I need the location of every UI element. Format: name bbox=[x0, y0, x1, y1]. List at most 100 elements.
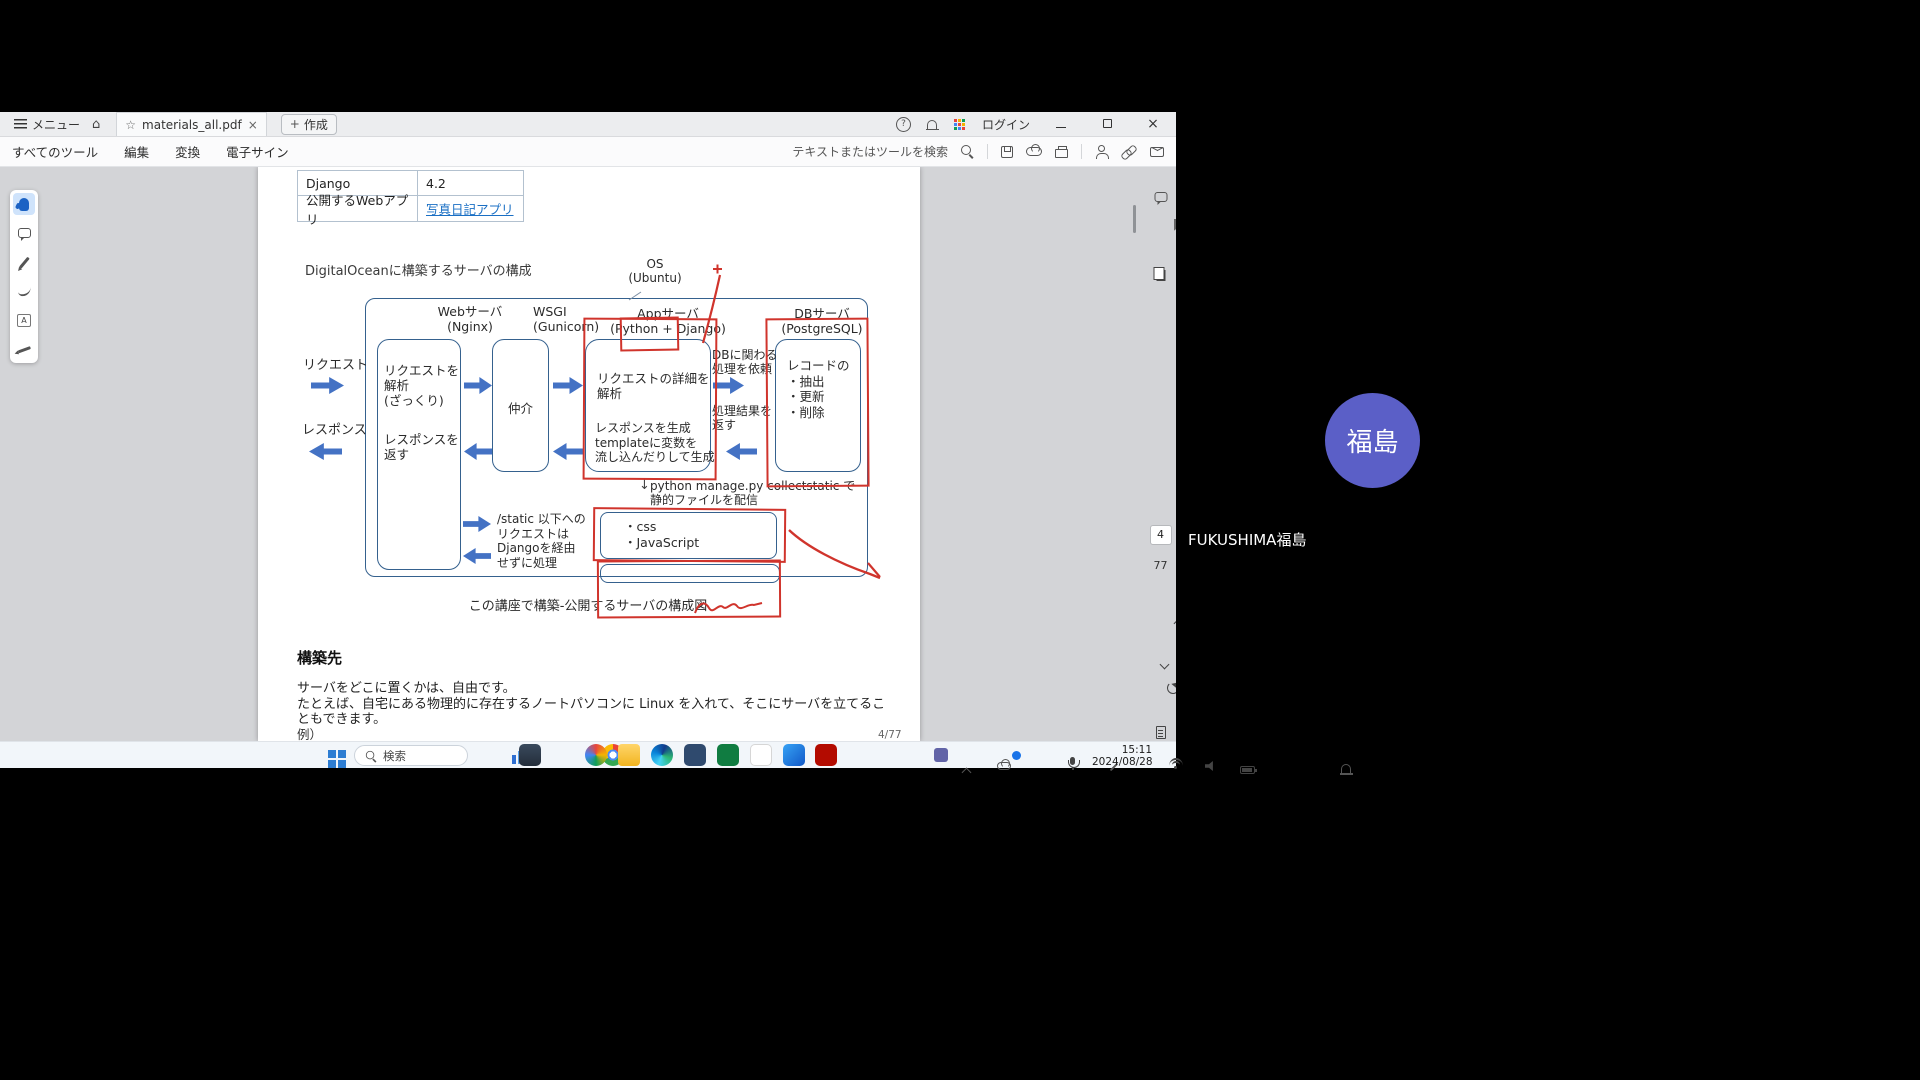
wsgi-text: 仲介 bbox=[492, 401, 549, 416]
photo-diary-app-link[interactable]: 写真日記アプリ bbox=[426, 199, 514, 218]
sign-tool-button[interactable] bbox=[13, 338, 35, 360]
pgadmin-icon[interactable] bbox=[684, 744, 706, 766]
red-plus-mark bbox=[713, 265, 722, 274]
login-button[interactable]: ログイン bbox=[982, 116, 1030, 133]
pdf-page: Django 4.2 公開するWebアプリ 写真日記アプリ DigitalOce… bbox=[258, 167, 920, 741]
notification-bell-icon[interactable] bbox=[1341, 764, 1351, 773]
start-button-icon[interactable] bbox=[328, 750, 346, 768]
maximize-button[interactable] bbox=[1092, 117, 1122, 131]
add-comment-tool-button[interactable] bbox=[13, 222, 35, 244]
response-arrow-icon bbox=[309, 443, 342, 460]
print-icon[interactable] bbox=[1055, 149, 1068, 158]
signature-pen-icon bbox=[17, 346, 30, 353]
email-icon[interactable] bbox=[1150, 147, 1164, 157]
home-button[interactable]: ⌂ bbox=[86, 112, 106, 136]
taskbar-search-box[interactable]: 検索 bbox=[354, 745, 468, 766]
request-label: リクエスト bbox=[303, 358, 368, 373]
tool-edit[interactable]: 編集 bbox=[124, 142, 149, 161]
highlight-tool-button[interactable] bbox=[13, 251, 35, 273]
request-signature-icon[interactable] bbox=[1098, 145, 1105, 152]
table-cell-value: 4.2 bbox=[418, 170, 524, 196]
monitor-app-icon[interactable] bbox=[519, 744, 541, 766]
tab-close-icon[interactable]: × bbox=[248, 118, 258, 132]
refresh-icon[interactable] bbox=[1167, 682, 1176, 694]
acrobat-icon[interactable] bbox=[815, 744, 837, 766]
os-label: OS (Ubuntu) bbox=[615, 257, 695, 285]
comments-panel-icon[interactable] bbox=[1154, 192, 1167, 202]
share-link-icon[interactable] bbox=[1121, 146, 1137, 158]
save-icon[interactable] bbox=[1001, 146, 1013, 158]
comment-bubble-icon bbox=[18, 228, 31, 238]
clock-time: 15:11 bbox=[1092, 744, 1152, 756]
status-dot-icon[interactable] bbox=[1012, 751, 1021, 760]
add-text-tool-button[interactable]: A bbox=[13, 309, 35, 331]
table-row: 公開するWebアプリ 写真日記アプリ bbox=[297, 196, 524, 222]
web-server-header: Webサーバ (Nginx) bbox=[430, 304, 510, 334]
wifi-icon[interactable] bbox=[1172, 761, 1180, 769]
microphone-tray-icon[interactable] bbox=[1070, 757, 1075, 765]
cloud-upload-icon[interactable] bbox=[1026, 147, 1042, 156]
document-tab[interactable]: ☆ materials_all.pdf × bbox=[116, 112, 266, 136]
draw-tool-button[interactable] bbox=[13, 280, 35, 302]
hamburger-icon bbox=[14, 119, 27, 129]
curve-icon bbox=[17, 286, 31, 297]
right-rail: 4 77 bbox=[1145, 167, 1176, 741]
teams-tray-icon[interactable] bbox=[934, 748, 948, 762]
volume-icon[interactable] bbox=[1205, 760, 1217, 772]
response-label: レスポンス bbox=[302, 423, 367, 438]
home-icon: ⌂ bbox=[92, 118, 100, 131]
battery-icon[interactable] bbox=[1240, 766, 1255, 774]
maximize-icon bbox=[1103, 119, 1112, 128]
tool-convert[interactable]: 変換 bbox=[175, 142, 200, 161]
minimize-icon bbox=[1056, 127, 1066, 129]
tool-esign[interactable]: 電子サイン bbox=[226, 142, 289, 161]
clipped-line: 例） bbox=[297, 727, 322, 741]
quick-tools-panel: A bbox=[10, 190, 38, 363]
next-page-chevron-icon[interactable] bbox=[1159, 660, 1169, 670]
clock-date: 2024/08/28 bbox=[1092, 756, 1152, 768]
apps-grid-icon[interactable] bbox=[954, 119, 957, 122]
help-icon[interactable]: ? bbox=[896, 117, 911, 132]
page-number-box[interactable]: 4 bbox=[1150, 525, 1172, 545]
taskbar-clock[interactable]: 15:11 2024/08/28 bbox=[1092, 744, 1152, 768]
file-explorer-icon[interactable] bbox=[618, 744, 640, 766]
tray-overflow-chevron-icon[interactable] bbox=[962, 768, 972, 778]
red-annotation-box-app-column bbox=[583, 318, 718, 481]
version-table: Django 4.2 公開するWebアプリ 写真日記アプリ bbox=[297, 170, 524, 222]
red-annotation-box-db-column bbox=[765, 318, 869, 488]
edge-icon[interactable] bbox=[651, 744, 673, 766]
tab-title: materials_all.pdf bbox=[142, 118, 242, 132]
avatar-initials: 福島 bbox=[1346, 422, 1398, 459]
red-annotation-box-static bbox=[593, 507, 786, 563]
document-options-icon[interactable] bbox=[1156, 726, 1166, 739]
star-icon[interactable]: ☆ bbox=[125, 119, 136, 131]
photos-app-icon[interactable] bbox=[783, 744, 805, 766]
create-tab-button[interactable]: + 作成 bbox=[281, 114, 337, 135]
onedrive-cloud-icon[interactable] bbox=[997, 762, 1011, 770]
hand-tool-button[interactable] bbox=[13, 193, 35, 215]
page-thumbnails-icon[interactable] bbox=[1156, 270, 1165, 281]
diagram-title: DigitalOceanに構築するサーバの構成 bbox=[305, 264, 532, 279]
excel-icon[interactable] bbox=[717, 744, 739, 766]
menu-button[interactable]: メニュー bbox=[8, 112, 86, 136]
windows-taskbar: 検索 15:11 2024/08/28 bbox=[0, 741, 1176, 768]
close-button[interactable]: × bbox=[1138, 116, 1168, 132]
minimize-button[interactable] bbox=[1046, 117, 1076, 131]
previous-page-chevron-icon[interactable] bbox=[1173, 619, 1176, 629]
red-annotation-box-bottom bbox=[597, 560, 781, 619]
page-footer-number: 4/77 bbox=[878, 728, 902, 741]
page-total: 77 bbox=[1154, 559, 1168, 572]
vertical-scrollbar-thumb[interactable] bbox=[1133, 205, 1136, 233]
create-label: 作成 bbox=[304, 116, 328, 133]
notifications-bell-icon[interactable] bbox=[927, 120, 937, 129]
search-tools-label[interactable]: テキストまたはツールを検索 bbox=[792, 143, 948, 160]
search-label: 検索 bbox=[383, 748, 406, 764]
search-icon[interactable] bbox=[961, 145, 974, 158]
web-top-text: リクエストを 解析 (ざっくり) bbox=[384, 363, 459, 408]
pinwheel-app-icon[interactable] bbox=[585, 744, 607, 766]
tool-all-tools[interactable]: すべてのツール bbox=[12, 142, 98, 161]
bookmarks-panel-icon[interactable] bbox=[1174, 219, 1176, 231]
teams-screen-share-stage: メニュー ⌂ ☆ materials_all.pdf × + 作成 ? ログイン… bbox=[0, 0, 1920, 1080]
participant-name: FUKUSHIMA福島 bbox=[1188, 529, 1306, 550]
pdf-app-icon[interactable] bbox=[750, 744, 772, 766]
